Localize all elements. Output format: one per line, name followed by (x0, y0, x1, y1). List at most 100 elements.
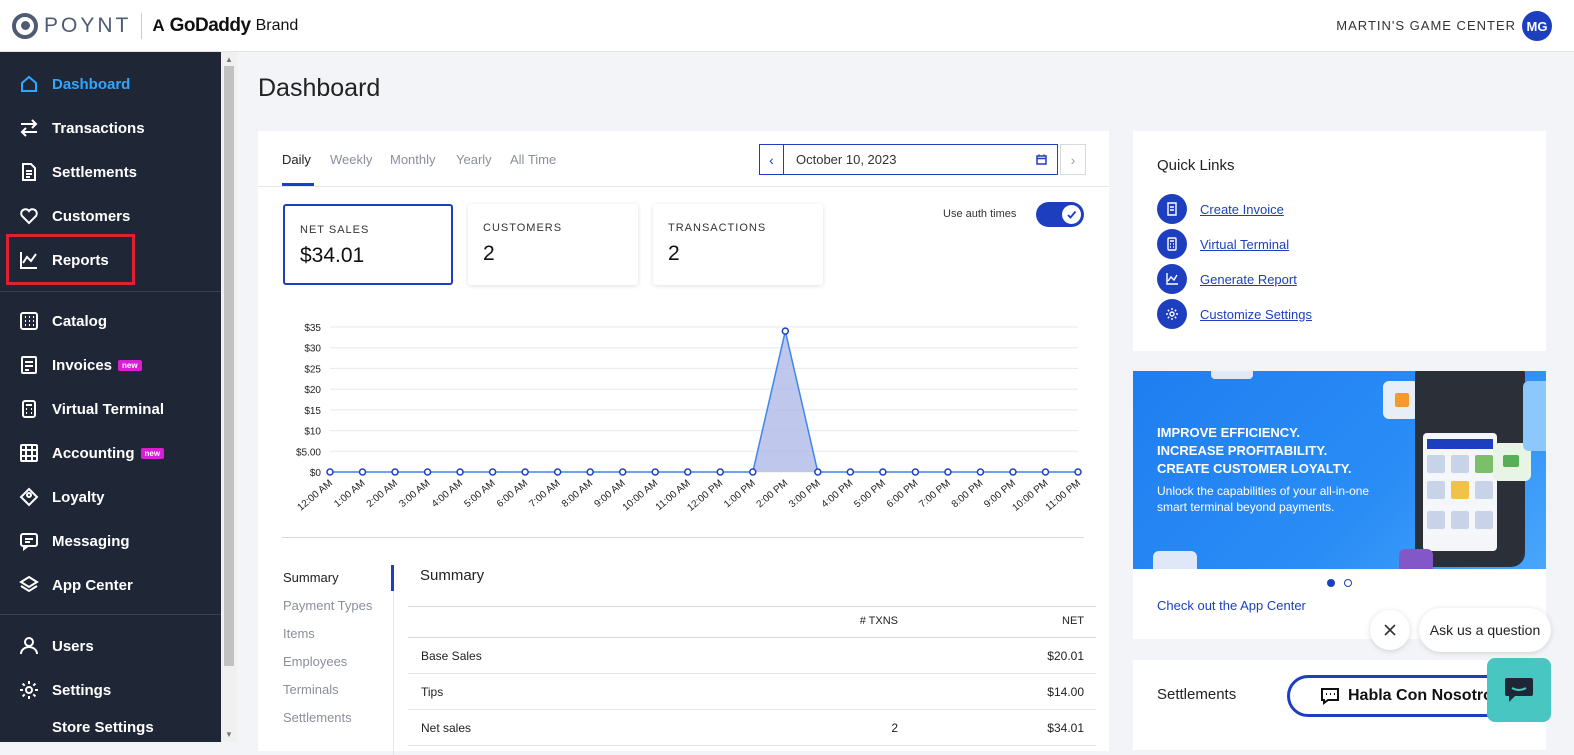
scroll-down-icon[interactable]: ▼ (225, 730, 233, 739)
app-center-link[interactable]: Check out the App Center (1157, 598, 1306, 613)
gear-icon (1157, 299, 1187, 329)
stat-customers[interactable]: CUSTOMERS 2 (468, 204, 638, 285)
habla-label: Habla Con Nosotros (1348, 687, 1502, 704)
sidebar-item-label: Settlements (52, 163, 138, 181)
logo[interactable]: POYNT A GoDaddy Brand (12, 12, 298, 39)
quick-link-virtual-terminal[interactable]: Virtual Terminal (1157, 228, 1289, 260)
summary-nav-items[interactable]: Items (283, 626, 315, 641)
sidebar-item-transactions[interactable]: Transactions (0, 108, 221, 148)
sidebar-item-accounting[interactable]: Accounting new (0, 433, 221, 473)
summary-nav-summary[interactable]: Summary (283, 570, 339, 585)
tab-all-time[interactable]: All Time (510, 152, 556, 167)
summary-nav-terminals[interactable]: Terminals (283, 682, 339, 697)
quick-link-create-invoice[interactable]: Create Invoice (1157, 193, 1284, 225)
data-point[interactable] (911, 468, 920, 476)
data-point[interactable] (423, 468, 432, 476)
chart-divider (282, 537, 1084, 538)
x-tick-label: 6:00 PM (885, 478, 921, 510)
data-point[interactable] (944, 468, 952, 476)
date-field[interactable]: October 10, 2023 (783, 144, 1058, 175)
carousel-dot[interactable] (1327, 579, 1335, 587)
data-point[interactable] (326, 468, 334, 476)
close-icon[interactable] (1370, 610, 1410, 650)
data-point[interactable] (976, 468, 985, 476)
previous-date-button[interactable]: ‹ (759, 144, 784, 175)
store-name[interactable]: MARTIN'S GAME CENTER (1336, 18, 1516, 33)
sidebar-item-label: Transactions (52, 119, 145, 137)
data-point[interactable] (456, 468, 464, 476)
stat-transactions[interactable]: TRANSACTIONS 2 (653, 204, 823, 285)
x-tick-label: 11:00 PM (1044, 478, 1083, 513)
scroll-up-icon[interactable]: ▲ (225, 55, 233, 64)
sidebar-item-label: Loyalty (52, 488, 105, 506)
data-point[interactable] (683, 468, 692, 476)
gear-icon (18, 679, 40, 701)
stat-value: 2 (483, 242, 495, 265)
data-point[interactable] (749, 468, 757, 476)
sidebar-item-store-settings[interactable]: Store Settings (0, 708, 221, 742)
x-tick-label: 5:00 PM (852, 478, 888, 510)
summary-nav-settlements[interactable]: Settlements (283, 710, 352, 725)
y-tick-label: $0 (310, 468, 322, 479)
data-point[interactable] (1074, 468, 1082, 476)
x-tick-label: 6:00 AM (495, 478, 530, 510)
layers-icon (18, 574, 40, 596)
sidebar-scrollbar[interactable]: ▲ ▼ (221, 52, 237, 742)
summary-nav-employees[interactable]: Employees (283, 654, 347, 669)
sidebar-item-messaging[interactable]: Messaging (0, 521, 221, 561)
calendar-icon[interactable] (1036, 153, 1047, 168)
data-point[interactable] (488, 468, 497, 476)
quick-link-customize-settings[interactable]: Customize Settings (1157, 298, 1312, 330)
sidebar-item-label: Users (52, 637, 94, 655)
summary-nav-payment-types[interactable]: Payment Types (283, 598, 372, 613)
scrollbar-thumb[interactable] (224, 66, 234, 666)
tab-weekly[interactable]: Weekly (330, 152, 372, 167)
sidebar-item-dashboard[interactable]: Dashboard (0, 64, 221, 104)
sidebar-item-virtual-terminal[interactable]: Virtual Terminal (0, 389, 221, 429)
data-point[interactable] (553, 468, 562, 476)
tab-yearly[interactable]: Yearly (456, 152, 492, 167)
sidebar-item-customers[interactable]: Customers (0, 196, 221, 236)
data-point[interactable] (618, 468, 627, 476)
carousel-dot[interactable] (1344, 579, 1352, 587)
quick-link-generate-report[interactable]: Generate Report (1157, 263, 1297, 295)
message-icon (18, 530, 40, 552)
stat-net-sales[interactable]: NET SALES $34.01 (283, 204, 453, 285)
avatar[interactable]: MG (1522, 11, 1552, 41)
auth-times-toggle[interactable] (1036, 202, 1084, 227)
data-point[interactable] (716, 468, 725, 476)
data-point[interactable] (879, 468, 887, 476)
sidebar-item-catalog[interactable]: Catalog (0, 301, 221, 341)
data-point[interactable] (1009, 468, 1017, 476)
sidebar-item-settlements[interactable]: Settlements (0, 152, 221, 192)
sidebar-item-label: Virtual Terminal (52, 400, 164, 418)
data-point[interactable] (391, 468, 399, 476)
data-point[interactable] (651, 468, 659, 476)
data-point[interactable] (521, 468, 529, 476)
tag-icon (18, 486, 40, 508)
user-icon (18, 635, 40, 657)
data-point[interactable] (1041, 468, 1050, 476)
sidebar-item-app-center[interactable]: App Center (0, 565, 221, 605)
tab-monthly[interactable]: Monthly (390, 152, 436, 167)
stat-value: $34.01 (300, 244, 365, 267)
x-tick-label: 1:00 AM (332, 478, 367, 510)
row-txns: 2 (891, 721, 898, 735)
sidebar-item-invoices[interactable]: Invoices new (0, 345, 221, 385)
chat-launcher-button[interactable] (1487, 658, 1551, 722)
ask-question-bubble[interactable]: Ask us a question (1419, 608, 1551, 652)
data-point[interactable] (814, 468, 822, 476)
stat-value: 2 (668, 242, 680, 265)
tab-daily[interactable]: Daily (282, 152, 311, 167)
grid-icon (18, 310, 40, 332)
promo-banner[interactable]: IMPROVE EFFICIENCY. INCREASE PROFITABILI… (1133, 371, 1546, 569)
sidebar-item-settings[interactable]: Settings (0, 670, 221, 710)
sidebar-item-loyalty[interactable]: Loyalty (0, 477, 221, 517)
sidebar-item-users[interactable]: Users (0, 626, 221, 666)
data-point[interactable] (358, 468, 367, 476)
data-point[interactable] (586, 468, 594, 476)
data-point[interactable] (846, 468, 855, 476)
new-badge: new (118, 359, 142, 371)
next-date-button[interactable]: › (1060, 144, 1086, 175)
data-point[interactable] (781, 327, 790, 335)
